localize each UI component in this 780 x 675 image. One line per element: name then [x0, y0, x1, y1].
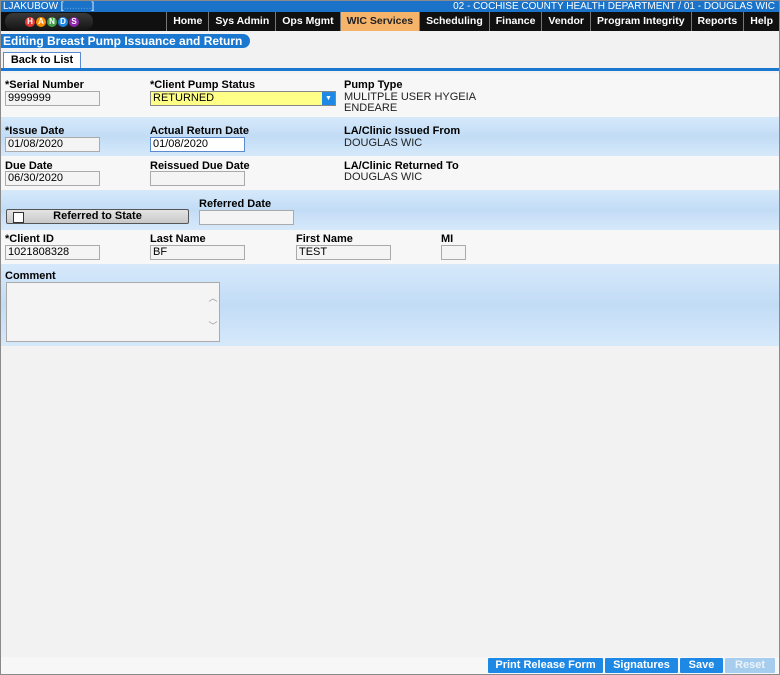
client-pump-status-label: *Client Pump Status: [150, 79, 256, 91]
reset-button[interactable]: Reset: [725, 658, 775, 673]
nav-program-integrity[interactable]: Program Integrity: [590, 12, 691, 31]
form-row-issue: *Issue Date 01/08/2020 Actual Return Dat…: [1, 117, 779, 156]
client-pump-status-select[interactable]: RETURNED ▼: [150, 91, 336, 106]
logo-letter: D: [58, 17, 68, 27]
issue-date-label: *Issue Date: [5, 125, 65, 137]
footer-bar: Print Release Form Signatures Save Reset: [1, 657, 779, 674]
nav-finance[interactable]: Finance: [488, 12, 542, 31]
issue-date-field[interactable]: 01/08/2020: [5, 137, 100, 152]
clinic-issued-from-value: DOUGLAS WIC: [344, 137, 423, 149]
actual-return-date-field[interactable]: 01/08/2020: [150, 137, 245, 152]
nav-wic-services[interactable]: WIC Services: [339, 12, 420, 31]
reissued-due-date-field[interactable]: [150, 171, 245, 186]
comment-scrollbar[interactable]: ︿ ﹀: [207, 283, 219, 341]
last-name-label: Last Name: [150, 233, 206, 245]
actual-return-date-label: Actual Return Date: [150, 125, 250, 137]
due-date-field[interactable]: 06/30/2020: [5, 171, 100, 186]
last-name-field[interactable]: BF: [150, 245, 245, 260]
nav-vendor[interactable]: Vendor: [541, 12, 590, 31]
first-name-label: First Name: [296, 233, 353, 245]
logo-letter: N: [47, 17, 57, 27]
comment-label: Comment: [5, 270, 56, 282]
logo-letter: A: [36, 17, 46, 27]
nav-reports[interactable]: Reports: [690, 12, 744, 31]
main-nav: H A N D S Home Sys Admin Ops Mgmt WIC Se…: [1, 12, 779, 31]
print-release-form-button[interactable]: Print Release Form: [488, 658, 603, 673]
dropdown-arrow-icon[interactable]: ▼: [322, 92, 335, 105]
referred-to-state-label: Referred to State: [53, 210, 142, 222]
serial-number-field[interactable]: 9999999: [5, 91, 100, 106]
menu-bar: Home Sys Admin Ops Mgmt WIC Services Sch…: [166, 12, 779, 31]
client-pump-status-value: RETURNED: [153, 92, 215, 104]
mi-label: MI: [441, 233, 454, 245]
form-row-serial: *Serial Number 9999999 *Client Pump Stat…: [1, 73, 779, 117]
scroll-down-icon[interactable]: ﹀: [207, 319, 219, 332]
scroll-up-icon[interactable]: ︿: [207, 291, 219, 304]
page-title: Editing Breast Pump Issuance and Return: [1, 34, 251, 48]
save-button[interactable]: Save: [680, 658, 723, 673]
nav-scheduling[interactable]: Scheduling: [419, 12, 489, 31]
top-status-bar: LJAKUBOW [..........] 02 - COCHISE COUNT…: [1, 1, 779, 12]
referred-to-state-button[interactable]: Referred to State: [6, 209, 189, 224]
client-id-field[interactable]: 1021808328: [5, 245, 100, 260]
first-name-field[interactable]: TEST: [296, 245, 391, 260]
referred-date-field[interactable]: [199, 210, 294, 225]
back-to-list-button[interactable]: Back to List: [3, 52, 81, 68]
logo-letter: H: [25, 17, 35, 27]
hands-logo: H A N D S: [5, 13, 93, 30]
signatures-button[interactable]: Signatures: [605, 658, 678, 673]
username-display: LJAKUBOW [..........]: [3, 1, 95, 12]
app-window: LJAKUBOW [..........] 02 - COCHISE COUNT…: [0, 0, 780, 675]
tab-underline: [1, 68, 779, 71]
referred-to-state-checkbox[interactable]: [13, 212, 24, 223]
clinic-returned-to-value: DOUGLAS WIC: [344, 171, 423, 183]
nav-help[interactable]: Help: [743, 12, 779, 31]
client-id-label: *Client ID: [5, 233, 54, 245]
referred-date-label: Referred Date: [199, 198, 272, 210]
nav-ops-mgmt[interactable]: Ops Mgmt: [275, 12, 339, 31]
form-row-due: Due Date 06/30/2020 Reissued Due Date LA…: [1, 156, 779, 190]
department-label: 02 - COCHISE COUNTY HEALTH DEPARTMENT / …: [453, 1, 775, 12]
mi-field[interactable]: [441, 245, 466, 260]
logo-letter: S: [69, 17, 79, 27]
form-row-client: *Client ID 1021808328 Last Name BF First…: [1, 230, 779, 264]
serial-number-label: *Serial Number: [5, 79, 84, 91]
nav-home[interactable]: Home: [166, 12, 208, 31]
comment-textarea[interactable]: ︿ ﹀: [6, 282, 220, 342]
clinic-issued-from-label: LA/Clinic Issued From: [344, 125, 461, 137]
pump-type-value-line2: ENDEARE: [344, 102, 398, 114]
nav-sys-admin[interactable]: Sys Admin: [208, 12, 275, 31]
pump-type-label: Pump Type: [344, 79, 403, 91]
